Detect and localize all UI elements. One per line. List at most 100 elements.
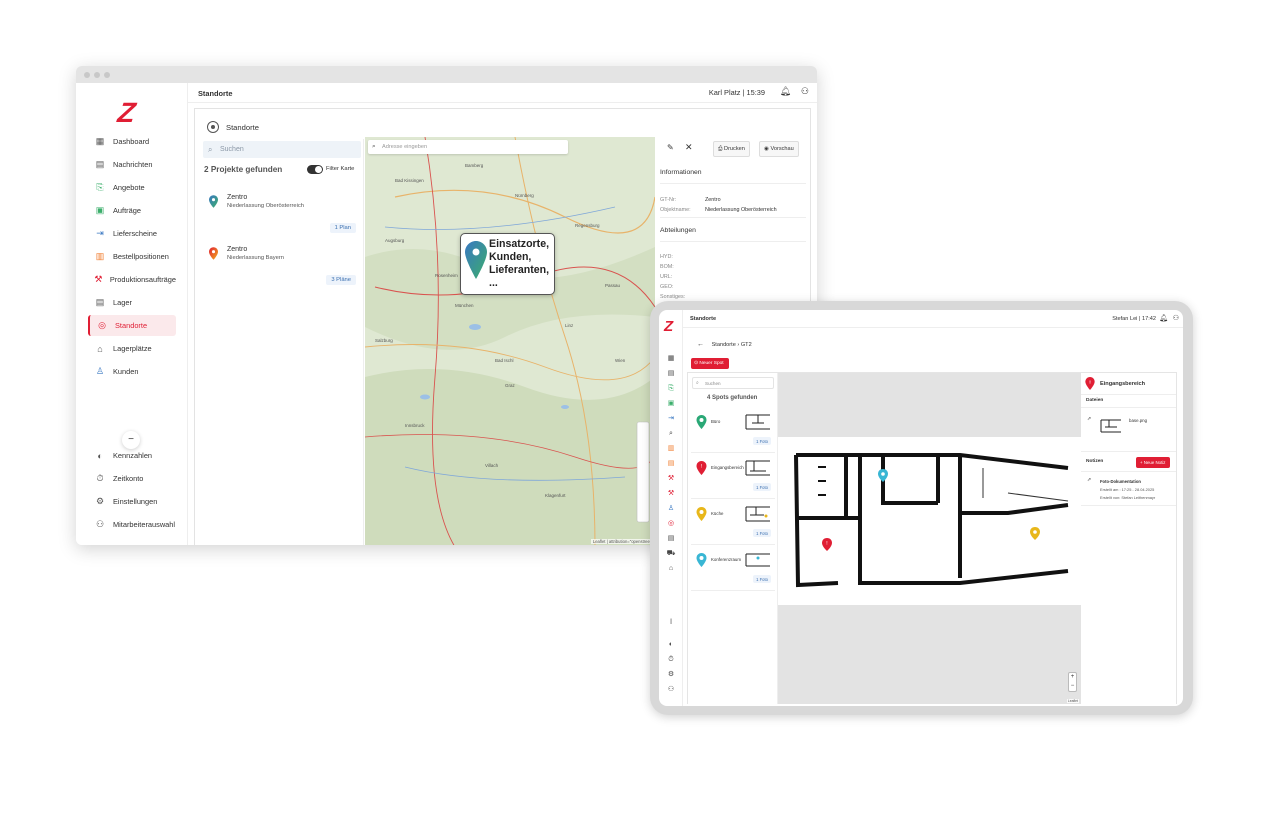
search-input[interactable]: ⌕ Suchen	[203, 141, 361, 158]
map-attribution[interactable]: Leaflet | attribution="openstreet	[590, 539, 653, 544]
bell-icon[interactable]: 🔔︎	[780, 86, 791, 97]
warehouse-icon[interactable]: ▤	[666, 534, 676, 544]
sidebar-item-kunden[interactable]: ♙ Kunden	[88, 361, 176, 382]
new-note-button[interactable]: + Neue Notiz	[1136, 457, 1170, 468]
sidebar-item-dashboard[interactable]: ▦ Dashboard	[88, 131, 176, 152]
stats-icon: ◐	[97, 450, 103, 461]
bell-icon[interactable]: 🔔︎	[1159, 314, 1168, 322]
photo-badge[interactable]: 1 Foto	[753, 437, 771, 445]
list-item[interactable]: Zentro Niederlassung Bayern 3 Pläne	[203, 241, 358, 291]
print-button[interactable]: ⎙ Drucken	[713, 141, 750, 157]
list-item[interactable]: ! Eingangsbereich 1 Foto	[691, 453, 775, 499]
preview-button[interactable]: ◉ Vorschau	[759, 141, 799, 157]
order-icon[interactable]: ▣	[666, 399, 676, 409]
map-pin-icon	[209, 195, 218, 208]
user-icon[interactable]: ⚇	[1173, 314, 1179, 322]
clock-icon[interactable]: ⏱	[666, 655, 676, 665]
dept-label: HYD:	[660, 254, 673, 260]
file-name[interactable]: base.png	[1129, 418, 1147, 423]
zoom-in-button[interactable]: +	[1069, 673, 1076, 682]
message-icon[interactable]: ▤	[666, 369, 676, 379]
zoom-out-button[interactable]: −	[1069, 682, 1076, 691]
file-thumbnail[interactable]	[1100, 416, 1122, 436]
list-item[interactable]: Zentro Niederlassung Oberösterreich 1 Pl…	[203, 189, 358, 239]
sidebar-item-einstellungen[interactable]: ⚙ Einstellungen	[88, 491, 176, 512]
purchase-icon: ▥	[95, 251, 105, 261]
floorplan-map[interactable]: ! + − Leaflet	[778, 373, 1081, 704]
sidebar-item-lager[interactable]: ▤ Lager	[88, 292, 176, 313]
close-icon[interactable]: ✕	[685, 142, 693, 153]
search-icon: ⌕	[696, 380, 699, 386]
project-subtitle: Niederlassung Bayern	[227, 255, 285, 261]
divider	[660, 183, 806, 184]
spot-name: Küche	[711, 511, 724, 516]
map-pin-icon: !	[1085, 377, 1095, 390]
sidebar-item-kennzahlen[interactable]: ◐ Kennzahlen	[88, 445, 176, 466]
address-search-input[interactable]: ⌕ Adresse eingeben	[368, 140, 568, 154]
floorplan-thumbnail[interactable]	[744, 411, 772, 433]
location-icon: ◎	[98, 320, 106, 330]
map-attribution[interactable]: Leaflet	[1066, 699, 1079, 703]
employee-select-icon[interactable]: ⚇	[666, 685, 676, 695]
brand-logo[interactable]: Z	[664, 318, 673, 335]
photo-badge[interactable]: 1 Foto	[753, 575, 771, 583]
sidebar-item-mitarbeiterauswahl[interactable]: ⚇ Mitarbeiterauswahl	[88, 514, 176, 535]
photo-badge[interactable]: 1 Foto	[753, 483, 771, 491]
floorplan-thumbnail[interactable]	[744, 457, 772, 479]
brand-logo[interactable]: Z	[116, 97, 136, 129]
page-title: Standorte	[690, 316, 717, 322]
production-icon[interactable]: ⚒	[666, 474, 676, 484]
plan-badge[interactable]: 3 Pläne	[326, 275, 356, 285]
search-doc-icon[interactable]: ⌕	[666, 429, 676, 439]
external-link-icon[interactable]: ⇗	[1087, 416, 1091, 422]
sidebar-item-lieferscheine[interactable]: ⇥ Lieferscheine	[88, 223, 176, 244]
floorplan-thumbnail[interactable]	[744, 549, 772, 571]
info-heading: Informationen	[660, 169, 702, 176]
page-title: Standorte	[198, 89, 233, 98]
photo-badge[interactable]: 1 Foto	[753, 529, 771, 537]
list-icon[interactable]: ▤	[666, 459, 676, 469]
offer-icon[interactable]: ⎘	[666, 384, 676, 394]
dashboard-icon: ▦	[95, 136, 105, 146]
note-title[interactable]: Foto-Dokumentation	[1100, 479, 1141, 484]
garage-icon[interactable]: ⌂	[666, 564, 676, 574]
customer-icon[interactable]: ♙	[666, 504, 676, 514]
window-dot	[84, 72, 90, 78]
back-arrow-icon[interactable]: ←	[697, 341, 704, 348]
collapse-sidebar-button[interactable]: ǀ	[666, 618, 676, 628]
floorplan-thumbnail[interactable]	[744, 503, 772, 525]
stats-icon[interactable]: ◐	[666, 640, 676, 650]
purchase-icon[interactable]: ▥	[666, 444, 676, 454]
sidebar-item-auftraege[interactable]: ▣ Aufträge	[88, 200, 176, 221]
tools-icon[interactable]: ⚒	[666, 489, 676, 499]
sidebar-item-produktionsauftraege[interactable]: ⚒ Produktionsaufträge	[88, 269, 176, 290]
sidebar-item-lagerplaetze[interactable]: ⌂ Lagerplätze	[88, 338, 176, 359]
sidebar-item-nachrichten[interactable]: ▤ Nachrichten	[88, 154, 176, 175]
divider	[1081, 407, 1176, 408]
user-icon[interactable]: ⚇	[801, 86, 809, 97]
vehicle-icon[interactable]: ⛟	[666, 549, 676, 559]
sidebar-item-angebote[interactable]: ⎘ Angebote	[88, 177, 176, 198]
gear-icon[interactable]: ⚙	[666, 670, 676, 680]
dashboard-icon[interactable]: ▦	[666, 354, 676, 364]
divider	[1081, 505, 1176, 506]
filter-map-toggle[interactable]	[307, 165, 323, 174]
edit-icon[interactable]: ✎	[667, 143, 674, 152]
project-name: Zentro	[227, 194, 248, 201]
sidebar-item-bestellpositionen[interactable]: ▥ Bestellpositionen	[88, 246, 176, 267]
divider	[1081, 471, 1176, 472]
map-view[interactable]: Bad Kissingen Bamberg Nürnberg Regensbur…	[365, 137, 655, 545]
list-item[interactable]: Konferenzraum 1 Foto	[691, 545, 775, 591]
notes-heading: Notizen	[1086, 459, 1104, 464]
new-spot-button[interactable]: ⊙ Neuer Spot	[691, 358, 729, 369]
external-link-icon[interactable]: ⇗	[1087, 477, 1091, 483]
plan-badge[interactable]: 1 Plan	[329, 223, 356, 233]
list-item[interactable]: Büro 1 Foto	[691, 407, 775, 453]
sidebar-item-zeitkonto[interactable]: ⏱ Zeitkonto	[88, 468, 176, 489]
search-input[interactable]: ⌕ Suchen	[692, 377, 774, 389]
sidebar-item-standorte[interactable]: ◎ Standorte	[88, 315, 176, 336]
spots-panel: ⌕ Suchen 4 Spots gefunden Büro 1 Foto ! …	[687, 372, 1177, 704]
location-icon[interactable]: ◎	[666, 519, 676, 529]
delivery-note-icon[interactable]: ⇥	[666, 414, 676, 424]
list-item[interactable]: Küche 1 Foto	[691, 499, 775, 545]
